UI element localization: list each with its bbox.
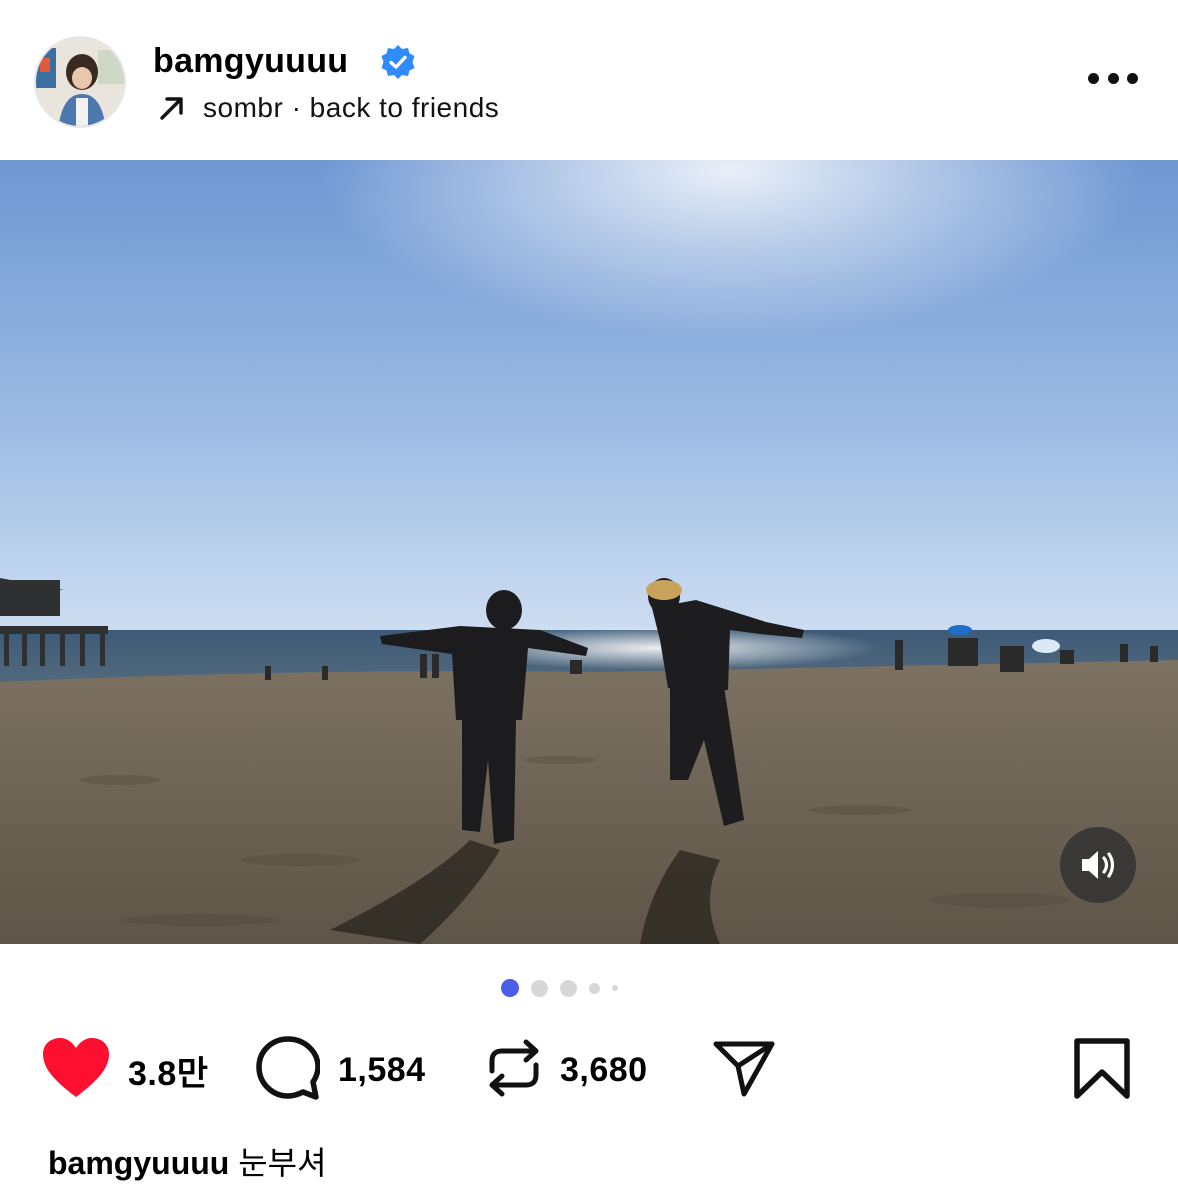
beach-photo: [0, 160, 1178, 944]
heart-icon[interactable]: [42, 1037, 110, 1104]
repost-count[interactable]: 3,680: [560, 1051, 648, 1090]
caption-username[interactable]: bamgyuuuu: [48, 1145, 229, 1181]
sound-toggle-button[interactable]: [1060, 827, 1136, 903]
more-dot: [1088, 72, 1099, 84]
bookmark-icon[interactable]: [1072, 1038, 1132, 1100]
more-dot: [1127, 72, 1138, 84]
post-media[interactable]: [0, 160, 1178, 944]
speaker-icon: [1082, 851, 1115, 879]
action-bar: 3.8만 1,584 3,680: [0, 1030, 1178, 1110]
post-header: bamgyuuuu sombr · back to friends: [0, 0, 1178, 160]
arrow-up-right-icon: [157, 93, 187, 123]
post-caption: bamgyuuuu 눈부셔: [48, 1138, 327, 1184]
more-dot: [1107, 72, 1119, 84]
comment-group: 1,584: [256, 1030, 426, 1110]
profile-avatar[interactable]: [34, 36, 126, 128]
comment-count[interactable]: 1,584: [338, 1051, 426, 1090]
music-info[interactable]: sombr · back to friends: [157, 90, 499, 126]
like-group: 3.8만: [42, 1030, 209, 1110]
carousel-dot: [588, 982, 600, 994]
repost-icon[interactable]: [486, 1037, 542, 1104]
carousel-dot-active: [500, 979, 519, 997]
post-username[interactable]: bamgyuuuu: [153, 42, 348, 81]
music-track-label: sombr · back to friends: [203, 92, 500, 123]
carousel-indicator: [0, 978, 1178, 998]
repost-group: 3,680: [486, 1030, 648, 1110]
share-send-icon[interactable]: [712, 1038, 776, 1103]
share-group: [712, 1030, 776, 1110]
comment-icon[interactable]: [256, 1035, 321, 1105]
verified-badge-icon: [380, 44, 416, 80]
more-options-icon[interactable]: [1088, 66, 1138, 90]
carousel-dot: [611, 985, 618, 991]
carousel-dot: [559, 979, 577, 997]
like-count[interactable]: 3.8만: [128, 1046, 209, 1095]
caption-text: 눈부셔: [238, 1145, 327, 1181]
carousel-dot: [530, 979, 548, 997]
